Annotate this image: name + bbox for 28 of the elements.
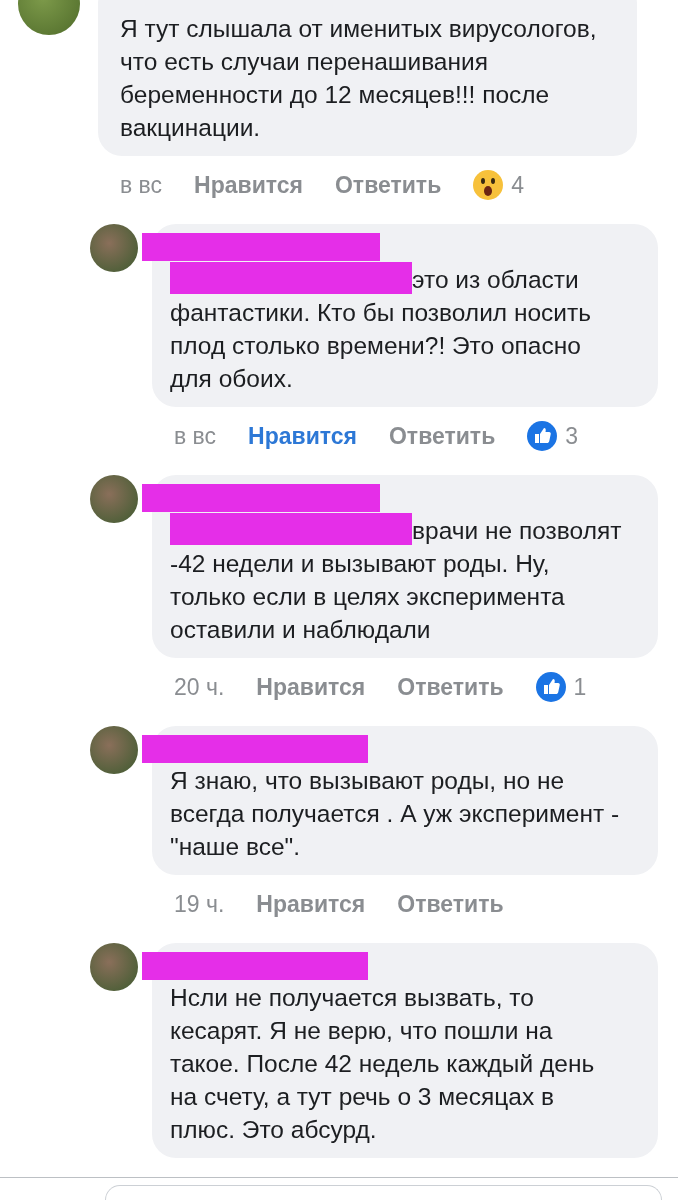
comment-text: Я знаю, что вызывают роды, но не всегда получается . А уж эксперимент - "наше все". — [170, 766, 621, 862]
comment-time: в вс — [120, 171, 163, 199]
thumbs-up-icon — [527, 421, 558, 451]
like-link[interactable]: Нравится — [248, 422, 357, 450]
comment-text: врачи не позволят -42 недели и вызывают роды. Ну, только если в целях эксперимента оставили и наблюдали — [170, 513, 622, 646]
comment-time: 20 ч. — [174, 673, 225, 701]
avatar[interactable] — [90, 475, 138, 523]
reaction-count: 3 — [565, 422, 579, 450]
like-link[interactable]: Нравится — [256, 673, 366, 701]
like-link[interactable]: Нравится — [194, 171, 303, 199]
reply-link[interactable]: Ответить — [335, 171, 442, 199]
reaction-count: 4 — [511, 171, 525, 199]
thumbs-up-icon — [535, 672, 566, 702]
comment-text: Нсли не получается вызвать, то кесарят. Я не верю, что пошли на такое. После 42 недель каждый день на счету, а тут речь о 3 месяцах в плюс. Это абсурд. — [170, 983, 596, 1145]
comment-input-field[interactable] — [105, 1185, 662, 1200]
comment-text: Я тут слышала от именитых вирусологов, что есть случаи перенашивания беременности до 12 месяцев!!! после вакцинации. — [120, 14, 598, 143]
reply-link[interactable]: Ответить — [397, 673, 504, 701]
comment-time: в вс — [174, 422, 217, 450]
reaction-count: 1 — [573, 673, 587, 701]
reply-link[interactable]: Ответить — [397, 890, 504, 918]
like-link[interactable]: Нравится — [256, 890, 366, 918]
surprised-emoji-icon — [473, 170, 504, 200]
avatar[interactable] — [90, 943, 138, 991]
avatar[interactable] — [90, 224, 138, 272]
comment-text: это из области фантастики. Кто бы позволил носить плод столько времени?! Это опасно для обоих. — [170, 262, 622, 395]
reply-link[interactable]: Ответить — [389, 422, 496, 450]
avatar[interactable] — [90, 726, 138, 774]
comment-time: 19 ч. — [174, 890, 225, 918]
